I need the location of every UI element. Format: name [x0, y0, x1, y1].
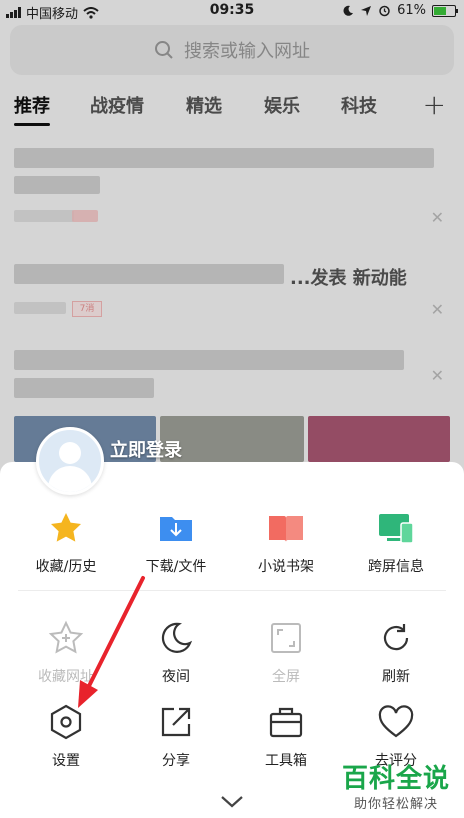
chevron-down-icon[interactable]: [220, 795, 244, 809]
menu-toolbox[interactable]: 工具箱: [228, 702, 344, 770]
share-icon: [161, 707, 191, 737]
menu-fullscreen[interactable]: 全屏: [228, 618, 344, 686]
moon-icon: [161, 622, 193, 653]
fullscreen-icon: [271, 623, 301, 653]
menu-bookmark-url[interactable]: 收藏网址: [8, 618, 124, 686]
menu-refresh[interactable]: 刷新: [338, 618, 454, 686]
watermark-title: 百科全说: [341, 764, 450, 794]
menu-divider: [18, 590, 446, 591]
book-icon: [269, 516, 303, 542]
menu-downloads-files[interactable]: 下载/文件: [118, 508, 234, 576]
menu-novel-shelf[interactable]: 小说书架: [228, 508, 344, 576]
menu-settings[interactable]: 设置: [8, 702, 124, 770]
menu-share[interactable]: 分享: [118, 702, 234, 770]
devices-icon: [379, 514, 414, 544]
toolbox-icon: [269, 707, 303, 738]
star-plus-icon: [48, 620, 84, 654]
settings-hexagon-icon: [50, 704, 82, 740]
menu-cross-screen[interactable]: 跨屏信息: [338, 508, 454, 576]
login-link[interactable]: 立即登录: [110, 436, 182, 462]
watermark: 百科全说 助你轻松解决: [342, 758, 450, 812]
menu-night-mode[interactable]: 夜间: [118, 618, 234, 686]
avatar[interactable]: [36, 427, 104, 495]
refresh-icon: [383, 624, 409, 651]
star-icon: [51, 513, 81, 542]
menu-favorites-history[interactable]: 收藏/历史: [8, 508, 124, 576]
heart-icon: [378, 705, 414, 738]
watermark-subtitle: 助你轻松解决: [353, 797, 438, 812]
download-folder-icon: [160, 517, 192, 541]
